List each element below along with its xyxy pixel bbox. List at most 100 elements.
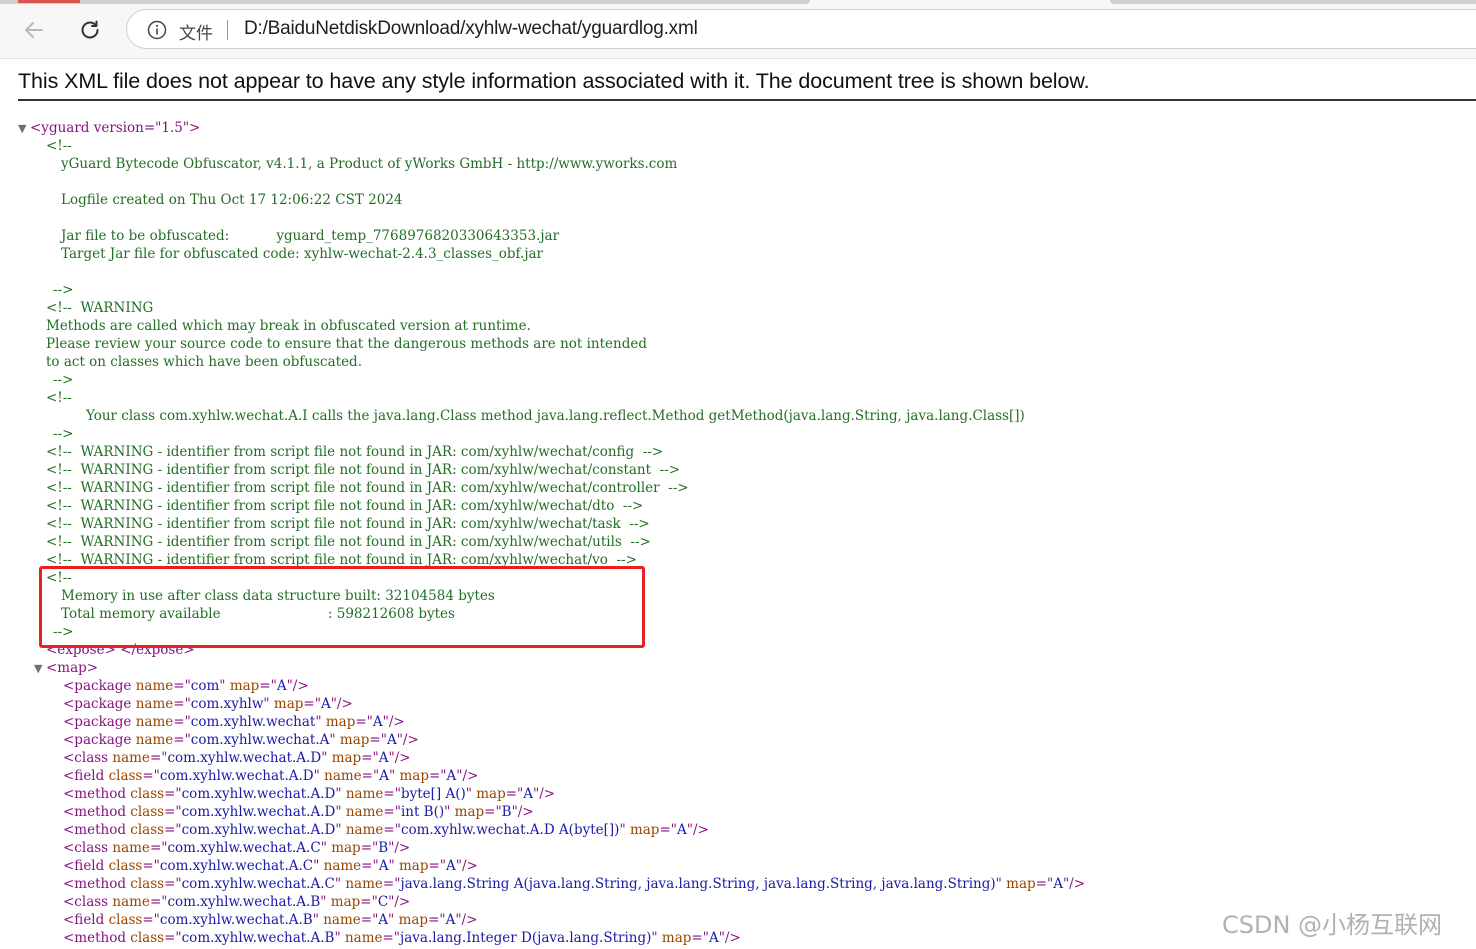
attribute-name: name (135, 696, 174, 712)
attribute-name: map (1006, 876, 1036, 892)
highlight-box (39, 566, 645, 648)
tab-strip-right-area[interactable] (1110, 0, 1476, 4)
comment-close: --> (53, 282, 74, 298)
back-button[interactable] (16, 12, 52, 48)
tag-token: " (995, 876, 1007, 892)
map-entry-line: <field class="com.xyhlw.wechat.A.B" name… (63, 911, 477, 929)
attribute-name: map (229, 678, 260, 694)
script-warning-line: <!-- WARNING - identifier from script fi… (46, 444, 664, 460)
tag-token: =" (360, 912, 379, 928)
attribute-name: name (323, 858, 362, 874)
map-entry-line: <class name="com.xyhlw.wechat.A.B" map="… (63, 893, 410, 911)
tag-token: " (334, 876, 346, 892)
attribute-value: B (378, 840, 389, 856)
attribute-value: com.xyhlw.wechat.A.D (159, 768, 314, 784)
attribute-value: A (445, 912, 456, 928)
xml-style-notice: This XML file does not appear to have an… (18, 69, 1090, 93)
reload-button[interactable] (72, 12, 108, 48)
tag-token: "/> (1062, 876, 1086, 892)
root-open-tag: <yguard version="1.5"> (30, 120, 201, 136)
attribute-name: name (345, 822, 384, 838)
attribute-name: name (112, 894, 150, 910)
tag-token: <package (63, 696, 136, 712)
tag-token: =" (173, 696, 191, 712)
tag-token: " (619, 822, 630, 838)
attribute-value: A (1053, 876, 1063, 892)
script-warning-line: <!-- WARNING - identifier from script fi… (46, 462, 681, 478)
attribute-value: com.xyhlw.wechat.A (190, 732, 330, 748)
map-entry-line: <method class="com.xyhlw.wechat.A.D" nam… (63, 821, 709, 839)
attribute-name: map (661, 930, 692, 946)
tag-token: "/> (455, 912, 478, 928)
address-bar[interactable]: 文件 D:/BaiduNetdiskDownload/xyhlw-wechat/… (126, 9, 1476, 49)
tag-token: =" (142, 912, 160, 928)
tag-token: =" (691, 930, 709, 946)
tag-token: " (335, 804, 346, 820)
script-warning-line: <!-- WARNING - identifier from script fi… (46, 480, 689, 496)
attribute-value: A (523, 786, 534, 802)
tag-token: <method (63, 804, 131, 820)
tag-token: "/> (456, 768, 479, 784)
attribute-value: com.xyhlw (190, 696, 264, 712)
attribute-value: byte[] A() (400, 786, 466, 802)
tag-token: =" (428, 858, 446, 874)
tab-accent (18, 0, 80, 3)
attribute-value: com (190, 678, 220, 694)
tag-token: "/> (388, 894, 411, 910)
tag-token: =" (659, 822, 677, 838)
attribute-value: A (676, 822, 687, 838)
attribute-value: com.xyhlw.wechat.A.D (167, 750, 322, 766)
tab-strip-active-area[interactable] (0, 0, 810, 4)
attribute-name: name (345, 786, 384, 802)
tag-token: " (388, 858, 399, 874)
warning-line-2: Please review your source code to ensure… (46, 336, 648, 352)
attribute-name: map (330, 894, 361, 910)
tag-token: =" (355, 714, 373, 730)
tag-token: =" (361, 858, 379, 874)
address-divider (227, 20, 228, 40)
reflection-comment-close: --> (53, 426, 74, 442)
map-entry-line: <package name="com.xyhlw.wechat.A" map="… (63, 731, 419, 749)
tag-token: =" (164, 786, 182, 802)
collapse-toggle-icon[interactable]: ▼ (18, 120, 30, 138)
tag-token: =" (360, 894, 378, 910)
tag-token: " (335, 822, 346, 838)
comment-open: <!-- (46, 138, 72, 154)
map-entry-line: <field class="com.xyhlw.wechat.A.D" name… (63, 767, 478, 785)
attribute-value: com.xyhlw.wechat.A.B (159, 912, 313, 928)
script-warning-line: <!-- WARNING - identifier from script fi… (46, 534, 651, 550)
attribute-name: name (324, 768, 362, 784)
attribute-value: com.xyhlw.wechat.A.D (181, 822, 336, 838)
tag-token: " (320, 840, 332, 856)
tag-token: =" (303, 696, 321, 712)
tag-token: <method (63, 822, 131, 838)
reflection-comment-open: <!-- (46, 390, 72, 406)
tag-token: " (335, 786, 346, 802)
url-text[interactable]: D:/BaiduNetdiskDownload/xyhlw-wechat/ygu… (244, 18, 698, 40)
tag-token: =" (361, 750, 379, 766)
tag-token: " (388, 912, 399, 928)
attribute-value: A (320, 696, 331, 712)
attribute-name: name (112, 750, 150, 766)
collapse-toggle-icon[interactable]: ▼ (34, 660, 46, 678)
warning-comment-close: --> (53, 372, 74, 388)
tag-token: "/> (511, 804, 534, 820)
tag-token: <field (63, 912, 109, 928)
attribute-name: map (331, 750, 362, 766)
attribute-name: class (130, 930, 165, 946)
attribute-value: A (708, 930, 719, 946)
attribute-value: com.xyhlw.wechat.A.B (181, 930, 335, 946)
attribute-value: A (378, 912, 389, 928)
tag-token: =" (383, 804, 401, 820)
attribute-name: name (135, 732, 174, 748)
root-element-line: ▼ <yguard version="1.5"> (18, 119, 200, 137)
tag-token: "/> (455, 858, 478, 874)
attribute-value: A (378, 858, 389, 874)
tag-token: " (388, 768, 400, 784)
attribute-value: com.xyhlw.wechat (190, 714, 316, 730)
info-icon[interactable] (147, 20, 167, 40)
attribute-name: map (398, 858, 429, 874)
warning-comment-open: <!-- WARNING (46, 300, 154, 316)
tag-token: =" (1035, 876, 1054, 892)
attribute-value: com.xyhlw.wechat.A.B (167, 894, 321, 910)
